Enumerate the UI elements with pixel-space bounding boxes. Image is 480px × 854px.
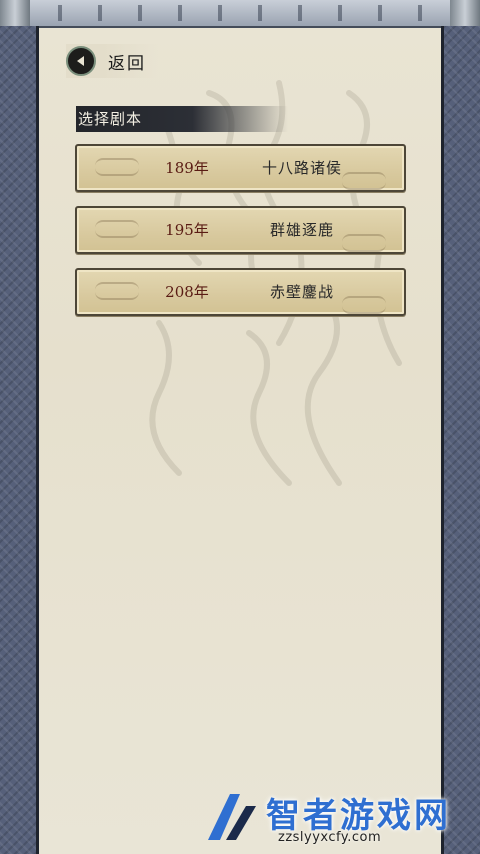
scenario-list: 189年 十八路诸侯 195年 群雄逐鹿 208年 赤壁鏖战 xyxy=(75,144,406,330)
scroll-ornament xyxy=(40,5,440,21)
scenario-button-189[interactable]: 189年 十八路诸侯 xyxy=(75,144,406,192)
top-scroll-rod xyxy=(0,0,480,28)
arrow-left-icon xyxy=(66,46,96,76)
scenario-name: 十八路诸侯 xyxy=(261,159,342,177)
frame-right-border xyxy=(441,26,480,854)
frame-left-border xyxy=(0,26,39,854)
scenario-button-208[interactable]: 208年 赤壁鏖战 xyxy=(75,268,406,316)
watermark-url: zzslyyxcfy.com xyxy=(278,830,382,845)
scenario-button-195[interactable]: 195年 群雄逐鹿 xyxy=(75,206,406,254)
scroll-rod-end-right xyxy=(450,0,480,26)
site-watermark: 智者游戏网 zzslyyxcfy.com xyxy=(196,782,480,854)
scenario-name: 赤壁鏖战 xyxy=(269,283,334,301)
back-label: 返回 xyxy=(108,53,146,74)
scroll-rod-end-left xyxy=(0,0,30,26)
scenario-name: 群雄逐鹿 xyxy=(269,221,334,239)
watermark-logo-icon xyxy=(208,794,256,840)
back-button[interactable]: 返回 xyxy=(66,44,158,78)
section-title: 选择剧本 xyxy=(76,106,288,132)
